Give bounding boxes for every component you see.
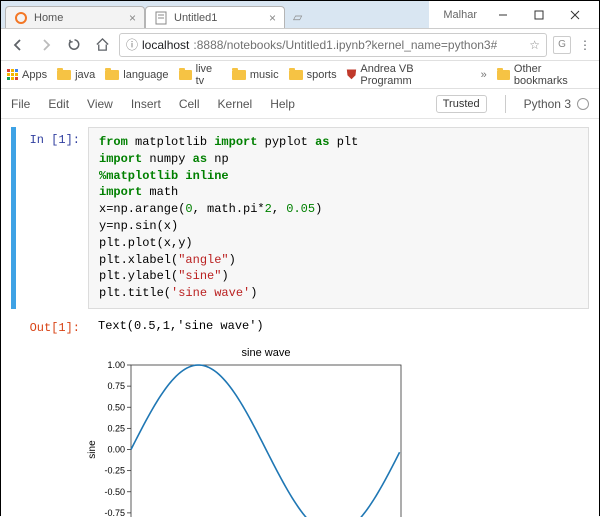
code-editor[interactable]: from matplotlib import pyplot as plt imp… — [88, 127, 589, 309]
browser-tab-home[interactable]: Home × — [5, 6, 145, 28]
url-path: :8888/notebooks/Untitled1.ipynb?kernel_n… — [193, 38, 497, 52]
svg-text:1.00: 1.00 — [107, 360, 125, 370]
shield-icon: ⛊ — [347, 67, 357, 83]
bookmarks-bar: Apps java language live tv music sports … — [1, 61, 599, 89]
output-cell: Out[1]: Text(0.5,1,'sine wave') — [11, 315, 589, 337]
output-repr: Text(0.5,1,'sine wave') — [88, 315, 589, 337]
site-info-icon[interactable]: ⓘ — [126, 36, 138, 53]
window-titlebar: Home × Untitled1 × ▱ Malhar — [1, 1, 599, 29]
browser-tabs: Home × Untitled1 × ▱ — [1, 1, 429, 28]
address-bar[interactable]: ⓘ localhost :8888/notebooks/Untitled1.ipy… — [119, 33, 547, 57]
menu-edit[interactable]: Edit — [48, 97, 69, 111]
search-engine-icon[interactable]: G — [553, 36, 571, 54]
divider — [505, 95, 506, 113]
close-window-button[interactable] — [557, 1, 593, 29]
apps-grid-icon — [7, 69, 18, 80]
in-prompt: In [1]: — [18, 127, 88, 309]
bookmark-folder[interactable]: live tv — [179, 63, 222, 87]
tab-label: Untitled1 — [174, 12, 217, 24]
reload-button[interactable] — [63, 34, 85, 56]
svg-text:-0.50: -0.50 — [104, 487, 125, 497]
close-icon[interactable]: × — [129, 11, 136, 25]
bookmark-folder[interactable]: java — [57, 69, 95, 81]
folder-icon — [57, 70, 71, 80]
menu-help[interactable]: Help — [270, 97, 295, 111]
svg-text:0.50: 0.50 — [107, 402, 125, 412]
notebook-area: In [1]: from matplotlib import pyplot as… — [1, 119, 599, 517]
menu-file[interactable]: File — [11, 97, 30, 111]
notebook-icon — [154, 11, 168, 25]
menu-kernel[interactable]: Kernel — [218, 97, 253, 111]
kernel-idle-icon — [577, 98, 589, 110]
folder-icon — [105, 70, 119, 80]
browser-menu-icon[interactable]: ⋮ — [577, 38, 593, 52]
svg-text:0.75: 0.75 — [107, 381, 125, 391]
bookmark-folder[interactable]: language — [105, 69, 168, 81]
new-tab-button[interactable]: ▱ — [289, 6, 306, 28]
svg-text:0.25: 0.25 — [107, 423, 125, 433]
other-bookmarks[interactable]: Other bookmarks — [497, 63, 593, 87]
svg-text:sine: sine — [87, 440, 98, 459]
bookmark-folder[interactable]: music — [232, 69, 279, 81]
output-figure: sine wave-1.00-0.75-0.50-0.250.000.250.5… — [81, 343, 599, 517]
overflow-icon[interactable]: » — [481, 69, 487, 81]
menu-cell[interactable]: Cell — [179, 97, 200, 111]
window-controls: Malhar — [429, 1, 599, 28]
home-button[interactable] — [91, 34, 113, 56]
close-icon[interactable]: × — [269, 11, 276, 25]
tab-label: Home — [34, 12, 63, 24]
svg-text:0.00: 0.00 — [107, 444, 125, 454]
out-prompt: Out[1]: — [18, 315, 88, 337]
apps-shortcut[interactable]: Apps — [7, 69, 47, 81]
svg-text:-0.25: -0.25 — [104, 466, 125, 476]
kernel-name: Python 3 — [524, 97, 571, 111]
cell-selected-bar — [11, 127, 16, 309]
maximize-button[interactable] — [521, 1, 557, 29]
apps-label: Apps — [22, 69, 47, 81]
menu-insert[interactable]: Insert — [131, 97, 161, 111]
kernel-status[interactable]: Python 3 — [524, 97, 589, 111]
window-user-label: Malhar — [435, 9, 485, 21]
code-cell[interactable]: In [1]: from matplotlib import pyplot as… — [11, 127, 589, 309]
browser-tab-notebook[interactable]: Untitled1 × — [145, 6, 285, 28]
folder-icon — [289, 70, 303, 80]
notebook-menubar: File Edit View Insert Cell Kernel Help T… — [1, 89, 599, 119]
back-button[interactable] — [7, 34, 29, 56]
bookmark-star-icon[interactable]: ☆ — [529, 38, 540, 52]
folder-icon — [497, 70, 510, 80]
jupyter-icon — [14, 11, 28, 25]
browser-toolbar: ⓘ localhost :8888/notebooks/Untitled1.ipy… — [1, 29, 599, 61]
menu-view[interactable]: View — [87, 97, 113, 111]
url-host: localhost — [142, 38, 189, 52]
forward-button[interactable] — [35, 34, 57, 56]
trusted-badge[interactable]: Trusted — [436, 95, 487, 113]
folder-icon — [179, 70, 192, 80]
bookmark-link[interactable]: ⛊Andrea VB Programm — [347, 63, 461, 87]
bookmark-folder[interactable]: sports — [289, 69, 337, 81]
folder-icon — [232, 70, 246, 80]
svg-text:sine wave: sine wave — [242, 347, 291, 359]
sine-wave-plot: sine wave-1.00-0.75-0.50-0.250.000.250.5… — [81, 343, 411, 517]
minimize-button[interactable] — [485, 1, 521, 29]
